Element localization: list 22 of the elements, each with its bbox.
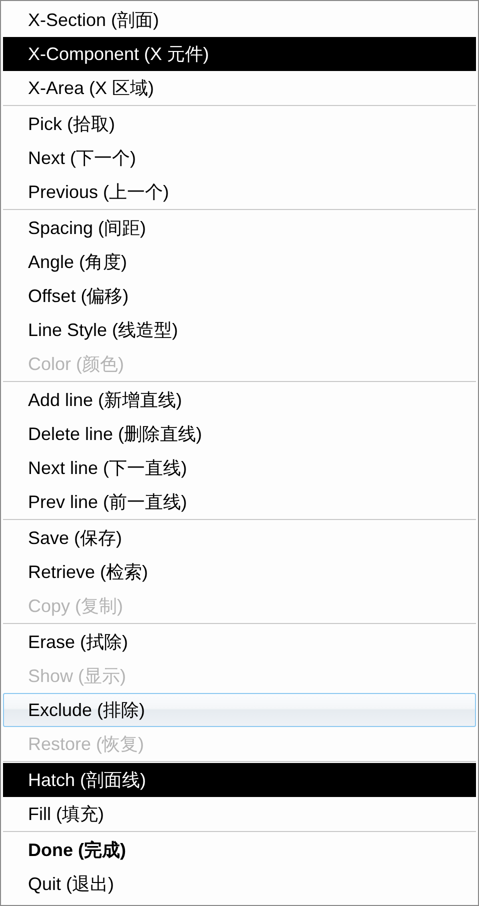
menu-item[interactable]: Erase (拭除) bbox=[3, 625, 476, 659]
menu-item[interactable]: Spacing (间距) bbox=[3, 211, 476, 245]
menu-item[interactable]: Pick (拾取) bbox=[3, 107, 476, 141]
menu-item[interactable]: X-Area (X 区域) bbox=[3, 71, 476, 105]
menu-item[interactable]: Line Style (线造型) bbox=[3, 313, 476, 347]
menu-item[interactable]: Retrieve (检索) bbox=[3, 555, 476, 589]
menu-item[interactable]: Fill (填充) bbox=[3, 797, 476, 831]
menu-item[interactable]: Quit (退出) bbox=[3, 867, 476, 901]
menu-item[interactable]: Previous (上一个) bbox=[3, 175, 476, 209]
menu-item[interactable]: Exclude (排除) bbox=[3, 693, 476, 727]
menu-item[interactable]: Angle (角度) bbox=[3, 245, 476, 279]
menu-item[interactable]: Offset (偏移) bbox=[3, 279, 476, 313]
menu-item[interactable]: Hatch (剖面线) bbox=[3, 763, 476, 797]
menu-item[interactable]: Add line (新增直线) bbox=[3, 383, 476, 417]
menu-item[interactable]: Save (保存) bbox=[3, 521, 476, 555]
menu-item[interactable]: X-Component (X 元件) bbox=[3, 37, 476, 71]
menu-item[interactable]: Next line (下一直线) bbox=[3, 451, 476, 485]
menu-item[interactable]: Next (下一个) bbox=[3, 141, 476, 175]
menu-item[interactable]: Delete line (删除直线) bbox=[3, 417, 476, 451]
menu-item[interactable]: X-Section (剖面) bbox=[3, 3, 476, 37]
menu-item[interactable]: Done (完成) bbox=[3, 833, 476, 867]
menu-item[interactable]: Prev line (前一直线) bbox=[3, 485, 476, 519]
